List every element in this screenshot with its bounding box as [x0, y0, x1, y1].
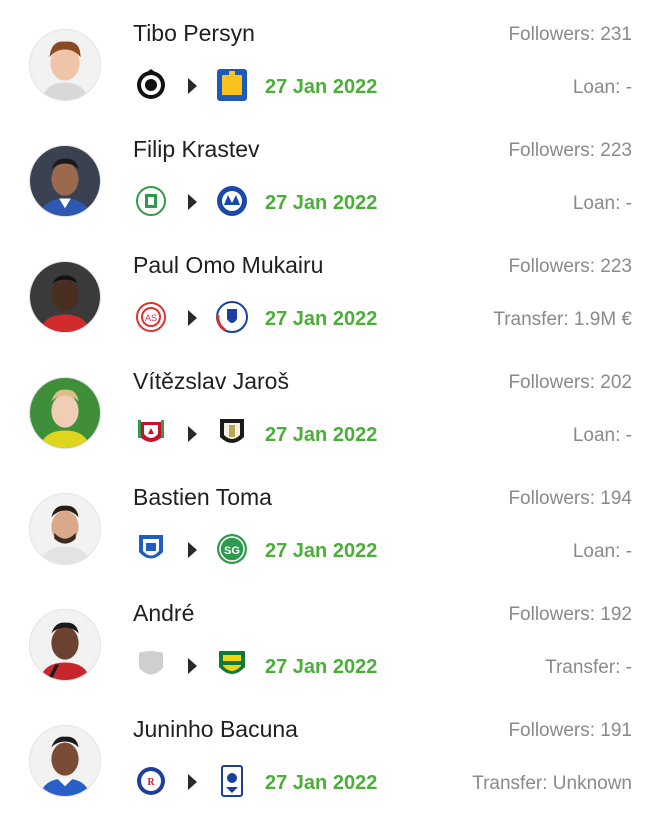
player-avatar	[29, 145, 101, 217]
followers-count: Followers: 223	[508, 256, 632, 277]
transfer-fee: Transfer: Unknown	[472, 773, 632, 794]
player-avatar	[29, 609, 101, 681]
followers-count: Followers: 194	[508, 488, 632, 509]
transfer-fee: Transfer: -	[545, 657, 632, 678]
player-name[interactable]: Paul Omo Mukairu	[133, 252, 323, 279]
player-avatar	[29, 261, 101, 333]
transfer-fee: Loan: -	[572, 77, 632, 98]
transfer-list: Tibo Persyn Followers: 231 27 Jan 2022 L…	[0, 0, 662, 832]
transfer-arrow-icon	[188, 310, 197, 326]
lommel-crest-icon[interactable]	[136, 184, 166, 218]
player-name[interactable]: Bastien Toma	[133, 484, 272, 511]
notts-county-crest-icon[interactable]	[215, 415, 249, 451]
transfer-row[interactable]: Juninho Bacuna Followers: 191 R 27 Jan 2…	[0, 696, 662, 812]
transfer-date: 27 Jan 2022	[265, 772, 378, 794]
player-name[interactable]: Tibo Persyn	[133, 20, 255, 47]
followers-count: Followers: 202	[508, 372, 632, 393]
transfer-row[interactable]: André Followers: 192 27 Jan 2022 Transfe…	[0, 580, 662, 696]
transfer-arrow-icon	[188, 194, 197, 210]
transfer-row[interactable]: Bastien Toma Followers: 194 SG 27 Jan 20…	[0, 464, 662, 580]
transfer-fee: Transfer: 1.9M €	[493, 309, 632, 330]
svg-text:R: R	[147, 777, 155, 788]
transfer-date: 27 Jan 2022	[265, 192, 378, 214]
player-name[interactable]: Filip Krastev	[133, 136, 260, 163]
player-name[interactable]: Vítězslav Jaroš	[133, 368, 289, 395]
svg-text:SG: SG	[224, 545, 240, 557]
transfer-arrow-icon	[188, 78, 197, 94]
levski-sofia-crest-icon[interactable]	[215, 183, 249, 219]
transfer-fee: Loan: -	[572, 425, 632, 446]
transfer-row[interactable]: Filip Krastev Followers: 223 27 Jan 2022…	[0, 116, 662, 232]
st-gallen-crest-icon[interactable]: SG	[215, 531, 249, 567]
player-avatar	[29, 29, 101, 101]
followers-count: Followers: 192	[508, 604, 632, 625]
liverpool-crest-icon[interactable]	[136, 416, 166, 450]
player-avatar	[29, 377, 101, 449]
antalyaspor-crest-icon[interactable]: AS	[136, 300, 166, 334]
placeholder-shield-crest-icon[interactable]	[136, 648, 166, 682]
cuiaba-crest-icon[interactable]	[215, 647, 249, 683]
followers-count: Followers: 223	[508, 140, 632, 161]
player-name[interactable]: André	[133, 600, 194, 627]
transfer-date: 27 Jan 2022	[265, 424, 378, 446]
transfer-fee: Loan: -	[572, 193, 632, 214]
player-avatar	[29, 493, 101, 565]
transfer-date: 27 Jan 2022	[265, 308, 378, 330]
birmingham-city-crest-icon[interactable]	[215, 763, 249, 799]
svg-text:AS: AS	[145, 313, 157, 323]
westerlo-crest-icon[interactable]	[215, 67, 249, 103]
genk-crest-icon[interactable]	[136, 532, 166, 566]
transfer-row[interactable]: Paul Omo Mukairu Followers: 223 AS 27 Ja…	[0, 232, 662, 348]
transfer-date: 27 Jan 2022	[265, 76, 378, 98]
transfer-arrow-icon	[188, 774, 197, 790]
followers-count: Followers: 191	[508, 720, 632, 741]
transfer-arrow-icon	[188, 426, 197, 442]
transfer-row[interactable]: Vítězslav Jaroš Followers: 202 27 Jan 20…	[0, 348, 662, 464]
fc-copenhagen-crest-icon[interactable]	[215, 299, 249, 335]
player-avatar	[29, 725, 101, 797]
transfer-fee: Loan: -	[572, 541, 632, 562]
followers-count: Followers: 231	[508, 24, 632, 45]
club-brugge-crest-icon[interactable]	[136, 68, 166, 102]
transfer-arrow-icon	[188, 658, 197, 674]
transfer-date: 27 Jan 2022	[265, 656, 378, 678]
rangers-crest-icon[interactable]: R	[136, 764, 166, 798]
player-name[interactable]: Juninho Bacuna	[133, 716, 298, 743]
transfer-arrow-icon	[188, 542, 197, 558]
transfer-date: 27 Jan 2022	[265, 540, 378, 562]
transfer-row[interactable]: Tibo Persyn Followers: 231 27 Jan 2022 L…	[0, 0, 662, 116]
